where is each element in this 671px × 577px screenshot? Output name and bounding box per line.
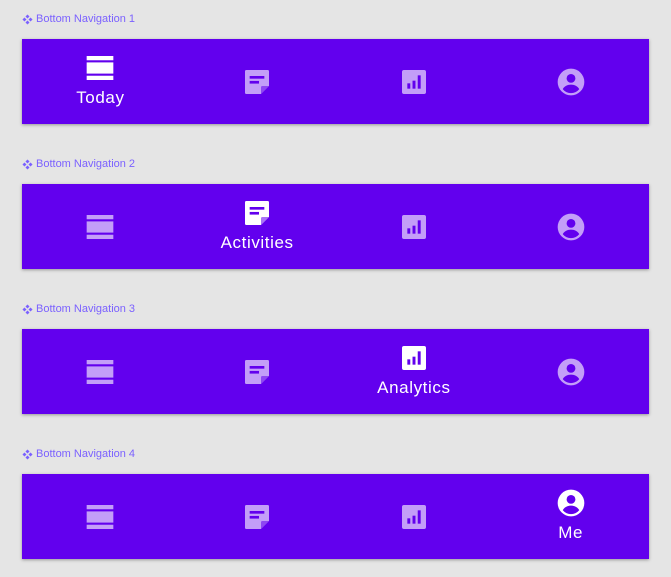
component-label-text: Bottom Navigation 3 xyxy=(36,303,136,315)
component-label: Bottom Navigation 4 xyxy=(22,447,135,461)
nav-item-analytics[interactable] xyxy=(336,39,493,124)
bottom-navigation-bar: Me xyxy=(22,474,649,559)
nav-item-analytics[interactable]: Analytics xyxy=(336,329,493,414)
analytics-icon xyxy=(398,66,430,98)
view-agenda-icon xyxy=(84,356,116,388)
nav-item-me[interactable] xyxy=(492,39,649,124)
component-icon xyxy=(22,304,33,315)
bottom-navigation-bar: Today xyxy=(22,39,649,124)
analytics-icon xyxy=(398,342,430,374)
view-agenda-icon xyxy=(84,501,116,533)
nav-item-label: Today xyxy=(76,87,125,107)
sticky-note-icon xyxy=(241,356,273,388)
nav-item-activities[interactable] xyxy=(179,39,336,124)
nav-item-me[interactable] xyxy=(492,184,649,269)
analytics-icon xyxy=(398,501,430,533)
nav-item-activities[interactable]: Activities xyxy=(179,184,336,269)
component-label-text: Bottom Navigation 1 xyxy=(36,13,136,25)
nav-item-me[interactable]: Me xyxy=(492,474,649,559)
nav-item-activities[interactable] xyxy=(179,329,336,414)
nav-item-me[interactable] xyxy=(492,329,649,414)
nav-item-label: Activities xyxy=(220,232,294,252)
analytics-icon xyxy=(398,211,430,243)
component-icon xyxy=(22,159,33,170)
nav-item-label: Analytics xyxy=(377,377,451,397)
account-circle-icon xyxy=(555,487,587,519)
component-icon xyxy=(22,14,33,25)
account-circle-icon xyxy=(555,356,587,388)
account-circle-icon xyxy=(555,66,587,98)
sticky-note-icon xyxy=(241,501,273,533)
sticky-note-icon xyxy=(241,66,273,98)
nav-item-activities[interactable] xyxy=(179,474,336,559)
bottom-navigation-bar: Analytics xyxy=(22,329,649,414)
nav-item-today[interactable] xyxy=(22,184,179,269)
component-label: Bottom Navigation 3 xyxy=(22,302,135,316)
component-label-text: Bottom Navigation 2 xyxy=(36,158,136,170)
account-circle-icon xyxy=(555,211,587,243)
view-agenda-icon xyxy=(84,211,116,243)
sticky-note-icon xyxy=(241,197,273,229)
nav-item-analytics[interactable] xyxy=(336,474,493,559)
component-label: Bottom Navigation 1 xyxy=(22,12,135,26)
nav-item-today[interactable] xyxy=(22,474,179,559)
component-label: Bottom Navigation 2 xyxy=(22,157,135,171)
nav-item-label: Me xyxy=(558,522,584,542)
bottom-navigation-bar: Activities xyxy=(22,184,649,269)
component-label-text: Bottom Navigation 4 xyxy=(36,448,136,460)
view-agenda-icon xyxy=(84,52,116,84)
component-icon xyxy=(22,449,33,460)
nav-item-analytics[interactable] xyxy=(336,184,493,269)
nav-item-today[interactable]: Today xyxy=(22,39,179,124)
nav-item-today[interactable] xyxy=(22,329,179,414)
